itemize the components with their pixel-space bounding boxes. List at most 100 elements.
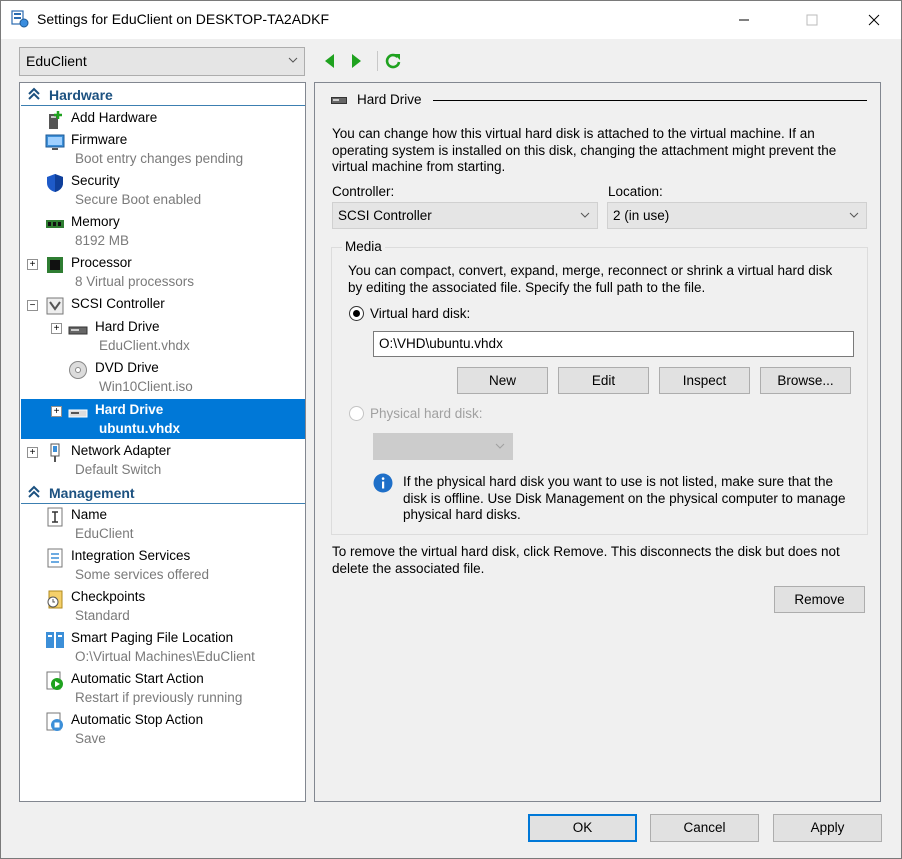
ok-button[interactable]: OK (528, 814, 637, 842)
toolbar-separator (377, 51, 378, 71)
remove-line: To remove the virtual hard disk, click R… (332, 544, 840, 559)
info-line: physical hard disks. (403, 507, 521, 522)
hard-drive-settings-panel: Hard Drive You can change how this virtu… (314, 82, 881, 802)
expand-toggle[interactable]: + (51, 323, 62, 334)
vhd-path-value: O:\VHD\ubuntu.vhdx (379, 336, 503, 351)
collapse-toggle[interactable]: − (27, 300, 38, 311)
media-groupbox: Media You can compact, convert, expand, … (331, 239, 868, 535)
cancel-button[interactable]: Cancel (650, 814, 759, 842)
chevron-down-icon (495, 443, 505, 449)
tree-item-sub: Secure Boot enabled (75, 192, 202, 207)
physical-hard-disk-label: Physical hard disk: (370, 406, 483, 421)
management-header-label: Management (49, 485, 135, 501)
group-title-label: Hard Drive (357, 92, 422, 107)
tree-item-automatic-start-action[interactable]: Automatic Start Action Restart if previo… (21, 668, 305, 708)
inspect-button[interactable]: Inspect (659, 367, 750, 394)
hard-drive-icon (331, 96, 347, 104)
tree-item-processor[interactable]: + Processor 8 Virtual processors (21, 252, 305, 292)
tree-item-sub: Win10Client.iso (99, 379, 193, 394)
hardware-header-label: Hardware (49, 87, 113, 103)
hardware-section-header[interactable]: Hardware (21, 84, 305, 106)
vm-selector[interactable]: EduClient (19, 47, 305, 76)
tree-item-label: SCSI Controller (71, 296, 165, 311)
chevron-down-icon (288, 57, 298, 63)
vm-selector-value: EduClient (26, 53, 87, 69)
new-button-label: New (488, 373, 516, 388)
title-bar: Settings for EduClient on DESKTOP-TA2ADK… (1, 1, 901, 39)
tree-item-label: Security (71, 173, 120, 188)
tree-item-scsi-controller[interactable]: − SCSI Controller (21, 293, 305, 315)
tree-item-hard-drive-ubuntu[interactable]: + Hard Drive ubuntu.vhdx (21, 399, 305, 439)
minimize-icon (739, 19, 749, 21)
chevron-down-icon (580, 212, 590, 218)
next-arrow-icon[interactable] (347, 51, 365, 71)
double-chevron-up-icon (28, 485, 40, 498)
browse-button[interactable]: Browse... (760, 367, 851, 394)
expand-toggle[interactable]: + (27, 259, 38, 270)
location-dropdown[interactable]: 2 (in use) (607, 202, 867, 229)
tree-item-smart-paging[interactable]: Smart Paging File Location O:\Virtual Ma… (21, 627, 305, 667)
physical-hard-disk-radio[interactable]: Physical hard disk: (349, 406, 483, 421)
location-label: Location: (608, 184, 663, 199)
remove-button[interactable]: Remove (774, 586, 865, 613)
refresh-icon[interactable] (384, 51, 402, 71)
physical-disk-dropdown[interactable] (373, 433, 513, 460)
new-button[interactable]: New (457, 367, 548, 394)
minimize-button[interactable] (721, 1, 767, 39)
tree-item-name[interactable]: Name EduClient (21, 504, 305, 544)
browse-button-label: Browse... (777, 373, 834, 388)
maximize-button[interactable] (789, 1, 835, 39)
edit-button[interactable]: Edit (558, 367, 649, 394)
tree-item-hard-drive-educlient[interactable]: + Hard Drive EduClient.vhdx (21, 316, 305, 356)
tree-item-sub: EduClient (75, 526, 134, 541)
expand-toggle[interactable]: + (51, 406, 62, 417)
tree-item-label: Name (71, 507, 108, 522)
vhd-path-input[interactable]: O:\VHD\ubuntu.vhdx (373, 331, 854, 357)
tree-item-sub: Save (75, 731, 106, 746)
tree-item-integration-services[interactable]: Integration Services Some services offer… (21, 545, 305, 585)
tree-item-sub: Restart if previously running (75, 690, 243, 705)
apply-button[interactable]: Apply (773, 814, 882, 842)
tree-item-firmware[interactable]: Firmware Boot entry changes pending (21, 129, 305, 169)
info-line: If the physical hard disk you want to us… (403, 474, 833, 489)
tree-item-sub: O:\Virtual Machines\EduClient (75, 649, 255, 664)
tree-item-dvd-drive[interactable]: DVD Drive Win10Client.iso (21, 357, 305, 397)
media-line: by editing the associated file. Specify … (348, 279, 706, 295)
tree-item-sub: Default Switch (75, 462, 162, 477)
intro-text: You can change how this virtual hard dis… (332, 126, 836, 176)
double-chevron-up-icon (28, 87, 40, 100)
tree-item-sub: EduClient.vhdx (99, 338, 190, 353)
network-adapter-icon (50, 443, 60, 462)
smart-paging-icon (46, 632, 64, 648)
edit-button-label: Edit (591, 373, 616, 388)
tree-item-sub: ubuntu.vhdx (99, 421, 180, 436)
settings-tree: Hardware Add Hardware Firmware Boot entr… (19, 82, 306, 802)
chevron-down-icon (849, 212, 859, 218)
tree-item-sub: Boot entry changes pending (75, 151, 244, 166)
tree-item-label: Processor (71, 255, 132, 270)
info-icon (373, 473, 393, 493)
tree-item-memory[interactable]: Memory 8192 MB (21, 211, 305, 251)
tree-item-label: Checkpoints (71, 589, 146, 604)
previous-arrow-icon[interactable] (321, 51, 339, 71)
tree-item-sub: 8192 MB (75, 233, 130, 248)
tree-item-checkpoints[interactable]: Checkpoints Standard (21, 586, 305, 626)
tree-item-security[interactable]: Security Secure Boot enabled (21, 170, 305, 210)
controller-dropdown[interactable]: SCSI Controller (332, 202, 598, 229)
integration-services-icon (47, 548, 63, 568)
tree-item-label: Automatic Stop Action (71, 712, 204, 727)
virtual-hard-disk-label: Virtual hard disk: (370, 306, 471, 321)
tree-item-label: Memory (71, 214, 120, 229)
intro-line: You can change how this virtual hard dis… (332, 126, 815, 141)
expand-toggle[interactable]: + (27, 447, 38, 458)
management-section-header[interactable]: Management (21, 482, 305, 504)
controller-value: SCSI Controller (338, 208, 432, 223)
maximize-icon (806, 14, 818, 26)
hard-drive-icon (68, 326, 88, 335)
virtual-hard-disk-radio[interactable]: Virtual hard disk: (349, 306, 470, 321)
tree-item-automatic-stop-action[interactable]: Automatic Stop Action Save (21, 709, 305, 749)
dvd-disc-icon (69, 361, 87, 379)
close-button[interactable] (851, 1, 897, 39)
tree-item-network-adapter[interactable]: + Network Adapter Default Switch (21, 440, 305, 480)
group-title: Hard Drive (331, 92, 422, 107)
